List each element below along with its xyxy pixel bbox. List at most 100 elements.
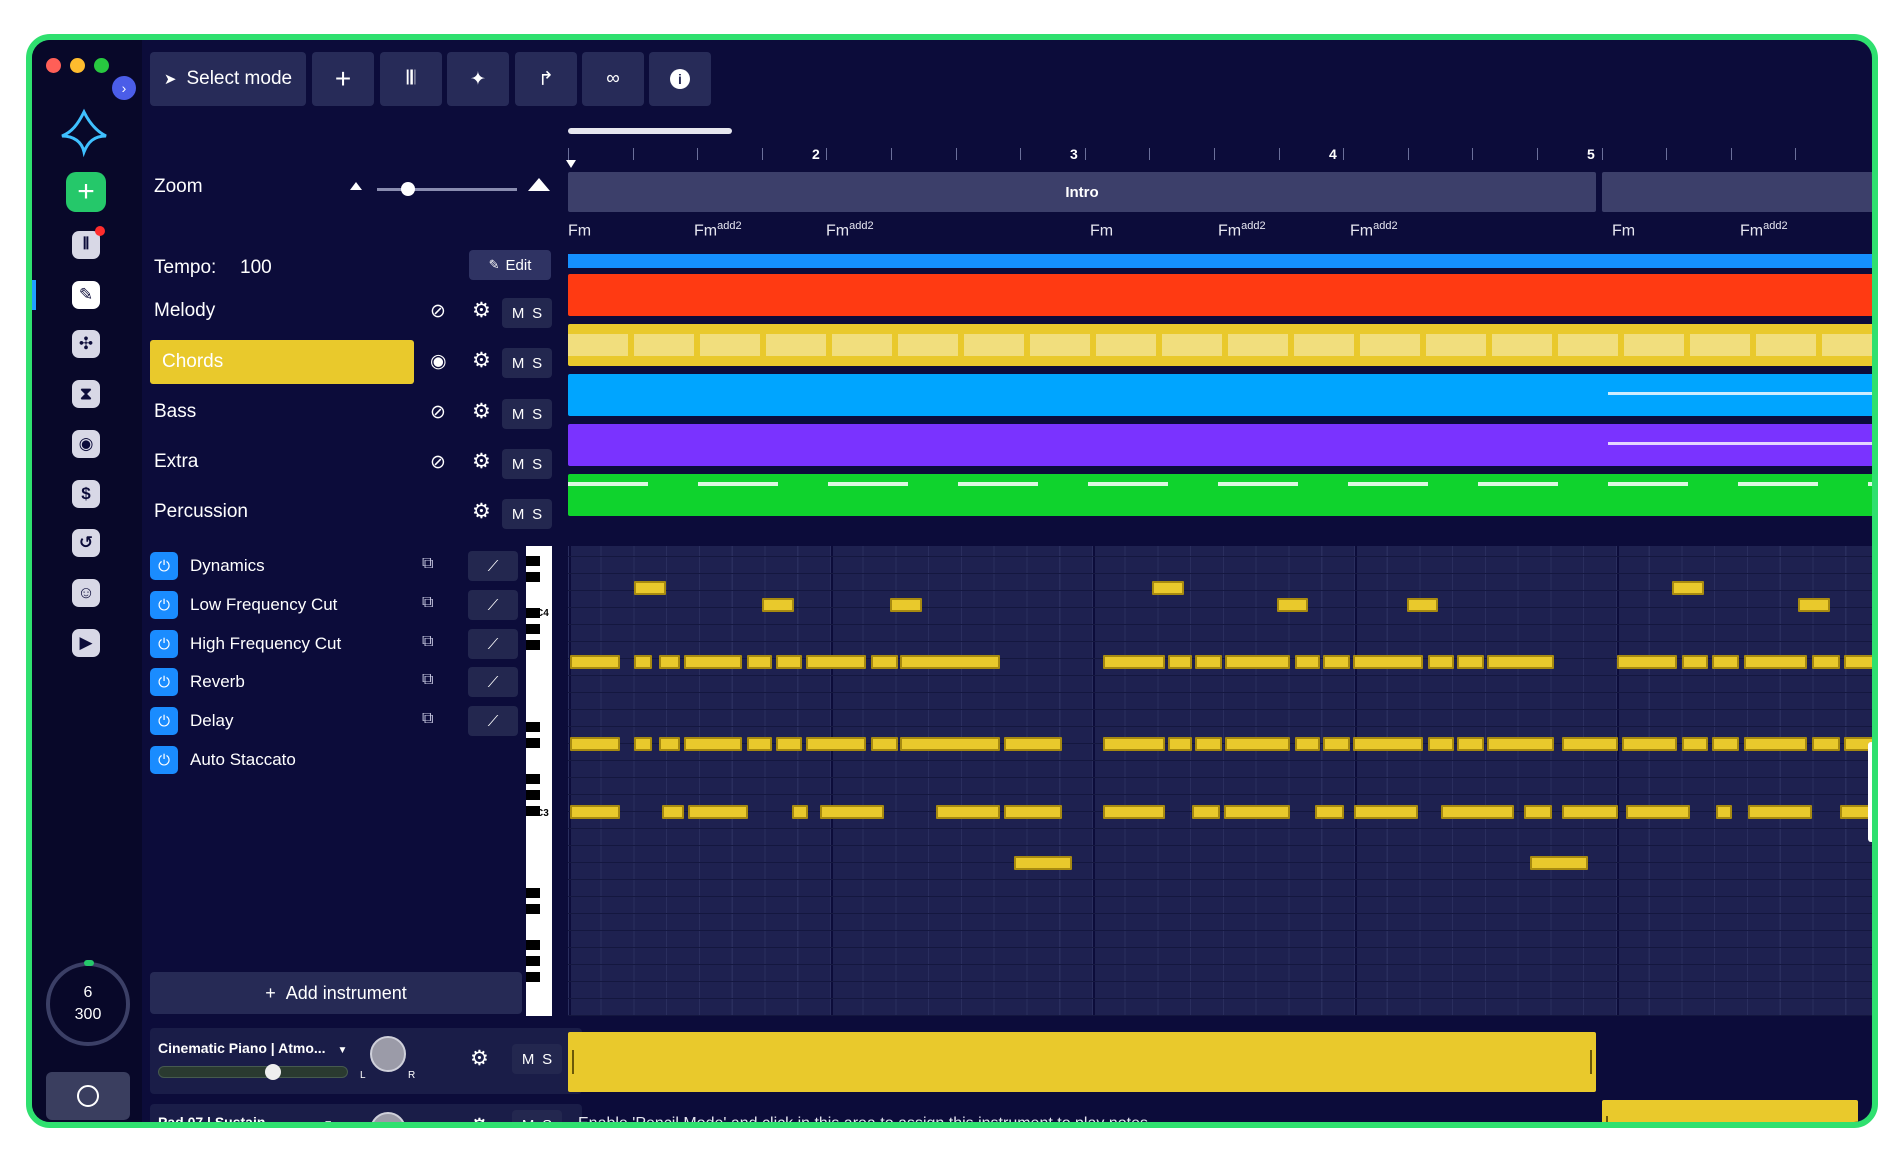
percussion-lane[interactable] bbox=[568, 474, 1872, 516]
account-button[interactable] bbox=[46, 1072, 130, 1120]
chord-note[interactable] bbox=[747, 655, 772, 669]
black-key[interactable] bbox=[526, 556, 540, 566]
chord-note[interactable] bbox=[747, 737, 772, 751]
chord-note[interactable] bbox=[1712, 655, 1739, 669]
edit-tempo-button[interactable]: ✎ Edit bbox=[469, 250, 551, 280]
chord-note[interactable] bbox=[684, 737, 742, 751]
chord-note[interactable] bbox=[1428, 737, 1454, 751]
chord-note[interactable] bbox=[1748, 805, 1812, 819]
gear-icon[interactable]: ⚙ bbox=[470, 1114, 489, 1122]
chord-note[interactable] bbox=[684, 655, 742, 669]
instrument-clip-2[interactable] bbox=[1602, 1100, 1858, 1122]
chord-note[interactable] bbox=[570, 805, 620, 819]
instrument-clip-1[interactable] bbox=[568, 1032, 1596, 1092]
chord-note[interactable] bbox=[1744, 737, 1807, 751]
chord-note[interactable] bbox=[570, 655, 620, 669]
clip-handle-left[interactable] bbox=[572, 1050, 574, 1074]
chord-note[interactable] bbox=[1353, 655, 1423, 669]
chord-note[interactable] bbox=[634, 655, 652, 669]
chord-note[interactable] bbox=[1457, 655, 1484, 669]
chord-note[interactable] bbox=[871, 737, 898, 751]
chord-note[interactable] bbox=[1530, 856, 1588, 870]
top-blue-lane[interactable] bbox=[568, 254, 1872, 268]
chord-note[interactable] bbox=[1844, 655, 1872, 669]
close-window-icon[interactable] bbox=[46, 58, 61, 73]
chord-label[interactable]: Fm bbox=[1090, 220, 1113, 240]
chord-note[interactable] bbox=[1224, 805, 1290, 819]
chord-note[interactable] bbox=[659, 655, 680, 669]
dollar-icon[interactable]: $ bbox=[72, 480, 100, 508]
mute-button[interactable]: M bbox=[522, 1051, 535, 1068]
copy-icon[interactable]: ⧉ bbox=[422, 633, 433, 651]
chord-note[interactable] bbox=[1323, 655, 1350, 669]
chord-note[interactable] bbox=[806, 737, 866, 751]
chord-note[interactable] bbox=[1004, 805, 1062, 819]
chord-note[interactable] bbox=[634, 737, 652, 751]
chord-note[interactable] bbox=[1798, 598, 1830, 612]
eye-hidden-icon[interactable]: ⊘ bbox=[430, 451, 446, 474]
chord-note[interactable] bbox=[1103, 737, 1165, 751]
expand-sidebar-icon[interactable]: › bbox=[112, 76, 136, 100]
discord-icon[interactable]: ☺ bbox=[72, 579, 100, 607]
black-key[interactable] bbox=[526, 956, 540, 966]
redirect-tool-button[interactable]: ↱ bbox=[515, 52, 577, 106]
solo-button[interactable]: S bbox=[532, 406, 542, 423]
pencil-icon[interactable]: ✎ bbox=[72, 281, 100, 309]
mute-button[interactable]: M bbox=[512, 456, 525, 473]
chord-label[interactable]: Fm bbox=[568, 220, 591, 240]
copy-icon[interactable]: ⧉ bbox=[422, 594, 433, 612]
chord-note[interactable] bbox=[1168, 655, 1192, 669]
black-key[interactable] bbox=[526, 888, 540, 898]
mute-button[interactable]: M bbox=[512, 305, 525, 322]
chord-note[interactable] bbox=[792, 805, 808, 819]
timeline-ruler[interactable] bbox=[568, 140, 1872, 168]
gear-icon[interactable]: ⚙ bbox=[472, 449, 491, 474]
solo-button[interactable]: S bbox=[532, 506, 542, 523]
power-icon[interactable]: ⏻ bbox=[150, 591, 178, 619]
chord-note[interactable] bbox=[1315, 805, 1344, 819]
chord-note[interactable] bbox=[1744, 655, 1807, 669]
solo-button[interactable]: S bbox=[542, 1051, 552, 1068]
chord-note[interactable] bbox=[776, 655, 802, 669]
chord-note[interactable] bbox=[1195, 737, 1222, 751]
broadcast-icon[interactable]: ◉ bbox=[72, 430, 100, 458]
horizontal-scrollbar[interactable] bbox=[568, 128, 732, 134]
gear-icon[interactable]: ⚙ bbox=[470, 1046, 489, 1071]
chord-note[interactable] bbox=[1353, 737, 1423, 751]
chord-note[interactable] bbox=[1487, 737, 1554, 751]
piano-roll-grid[interactable] bbox=[568, 546, 1872, 1016]
copy-icon[interactable]: ⧉ bbox=[422, 710, 433, 728]
chord-note[interactable] bbox=[1682, 655, 1708, 669]
clip-handle-right[interactable] bbox=[1590, 1050, 1592, 1074]
tempo-value[interactable]: 100 bbox=[240, 257, 272, 279]
power-icon[interactable]: ⏻ bbox=[150, 668, 178, 696]
chord-note[interactable] bbox=[1672, 581, 1704, 595]
black-key[interactable] bbox=[526, 904, 540, 914]
chord-label[interactable]: Fm bbox=[1612, 220, 1635, 240]
chord-note[interactable] bbox=[1682, 737, 1708, 751]
chord-note[interactable] bbox=[1152, 581, 1184, 595]
chord-label[interactable]: Fmadd2 bbox=[1218, 220, 1266, 240]
automation-button[interactable]: ⟋ bbox=[468, 629, 518, 659]
black-key[interactable] bbox=[526, 722, 540, 732]
power-icon[interactable]: ⏻ bbox=[150, 552, 178, 580]
chord-note[interactable] bbox=[1562, 737, 1618, 751]
chord-label[interactable]: Fmadd2 bbox=[694, 220, 742, 240]
info-tool-button[interactable]: i bbox=[649, 52, 711, 106]
play-video-icon[interactable]: ▶ bbox=[72, 629, 100, 657]
pan-knob[interactable] bbox=[370, 1036, 406, 1072]
chord-note[interactable] bbox=[900, 737, 1000, 751]
chord-note[interactable] bbox=[1103, 655, 1165, 669]
volume-slider[interactable] bbox=[158, 1064, 348, 1080]
chord-note[interactable] bbox=[806, 655, 866, 669]
black-key[interactable] bbox=[526, 738, 540, 748]
chord-note[interactable] bbox=[1524, 805, 1552, 819]
chord-note[interactable] bbox=[1192, 805, 1220, 819]
section-next[interactable] bbox=[1602, 172, 1872, 212]
chord-note[interactable] bbox=[820, 805, 884, 819]
clip-handle-left[interactable] bbox=[1606, 1116, 1608, 1122]
eye-visible-icon[interactable]: ◉ bbox=[430, 350, 447, 373]
chord-note[interactable] bbox=[1812, 737, 1840, 751]
link-tool-button[interactable]: ∞ bbox=[582, 52, 644, 106]
zoom-slider[interactable] bbox=[377, 182, 517, 196]
